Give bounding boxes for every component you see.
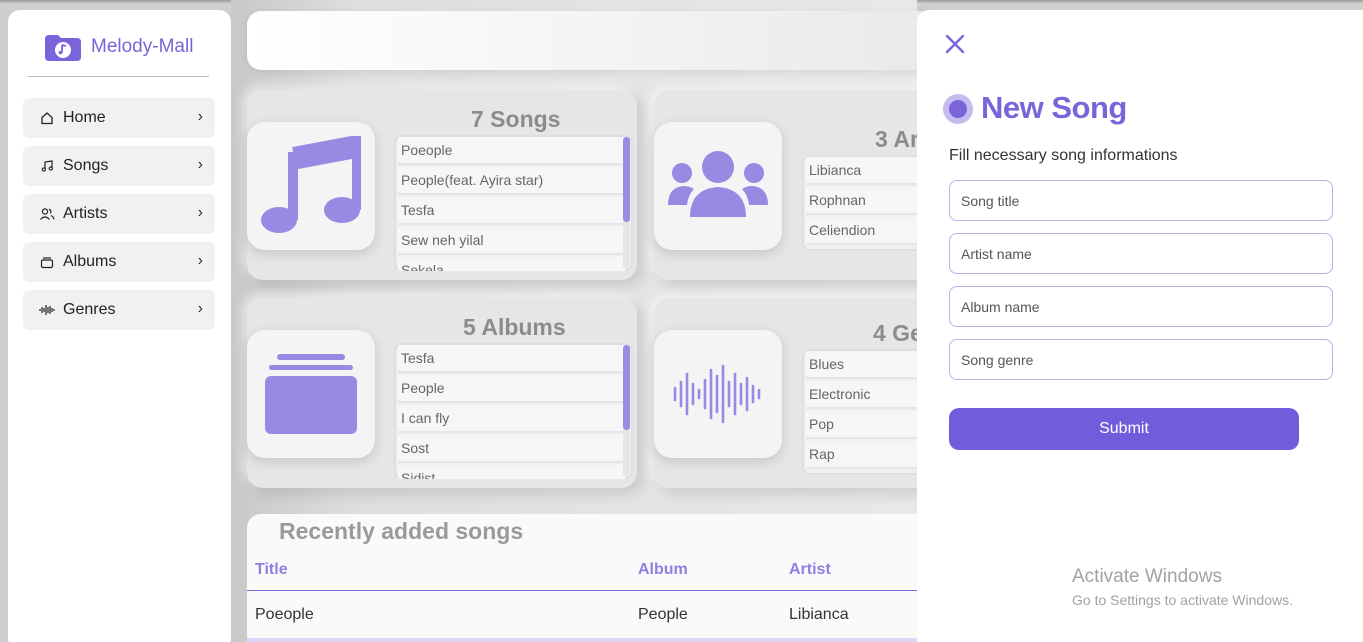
close-icon [945,34,965,54]
music-note-icon [39,158,55,174]
list-item[interactable]: I can fly [398,405,625,433]
albums-count-title: 5 Albums [463,314,566,340]
list-item[interactable]: People(feat. Ayira star) [398,167,625,195]
album-tile [247,330,375,458]
scrollbar[interactable] [623,137,630,269]
column-header-album[interactable]: Album [638,561,688,579]
nav-item-artists[interactable]: Artists › [23,194,215,234]
music-note-icon [261,136,361,233]
nav-item-albums[interactable]: Albums › [23,242,215,282]
artists-count-title: 3 Ar [875,126,919,152]
chevron-right-icon: › [197,204,203,221]
users-icon [39,206,55,222]
nav-label: Albums [63,253,117,270]
songs-list[interactable]: Poeople People(feat. Ayira star) Tesfa S… [394,135,633,271]
scrollbar[interactable] [623,345,630,477]
artist-name-input[interactable] [949,233,1333,274]
album-icon [265,354,357,434]
recent-songs-section: Recently added songs Title Album Artist … [247,514,917,642]
albums-list[interactable]: Tesfa People I can fly Sost Sidist [394,343,633,479]
artists-card: 3 Ar Libianca Rophnan Celiendion [654,90,962,280]
waveform-icon [673,364,761,424]
chevron-right-icon: › [197,252,203,269]
activate-windows-title: Activate Windows [1072,566,1222,587]
new-song-drawer: New Song Fill necessary song information… [917,10,1363,642]
brand-name: Melody-Mall [91,36,194,57]
column-header-title[interactable]: Title [255,561,288,579]
list-item[interactable]: Sekela [398,257,625,271]
drawer-title: New Song [981,90,1127,125]
status-dot-icon [943,94,973,124]
close-button[interactable] [943,32,967,56]
scrollbar-thumb[interactable] [623,345,630,430]
users-icon [668,151,768,217]
table-cell-album: People [638,606,688,623]
list-item[interactable]: Sew neh yilal [398,227,625,255]
nav-item-home[interactable]: Home › [23,98,215,138]
divider [28,76,209,77]
nav-label: Genres [63,301,116,318]
section-title: Recently added songs [279,518,524,544]
brand[interactable]: Melody-Mall [43,32,231,62]
drawer-subtitle: Fill necessary song informations [949,147,1178,164]
songs-card: 7 Songs Poeople People(feat. Ayira star)… [247,90,637,280]
albums-card: 5 Albums Tesfa People I can fly Sost Sid… [247,298,637,488]
genres-count-title: 4 Ge [873,320,923,346]
list-item[interactable]: People [398,375,625,403]
list-item[interactable]: Sidist [398,465,625,479]
list-item[interactable]: Poeople [398,137,625,165]
top-bar [247,11,937,70]
waveform-tile [654,330,782,458]
nav-item-genres[interactable]: Genres › [23,290,215,330]
users-tile [654,122,782,250]
songs-count-title: 7 Songs [471,106,561,132]
song-genre-input[interactable] [949,339,1333,380]
cloud-music-logo-icon [43,33,83,61]
list-item[interactable]: Sost [398,435,625,463]
album-name-input[interactable] [949,286,1333,327]
column-header-artist[interactable]: Artist [789,561,831,579]
nav-label: Songs [63,157,109,174]
music-note-tile [247,122,375,250]
submit-button[interactable]: Submit [949,408,1299,450]
list-item[interactable]: Tesfa [398,197,625,225]
table-header-divider [247,590,917,591]
table-cell-title: Poeople [255,606,314,623]
sidebar: Melody-Mall Home › Songs › Artists › Alb… [8,10,231,642]
album-icon [39,254,55,270]
chevron-right-icon: › [197,300,203,317]
chevron-right-icon: › [197,156,203,173]
table-row-divider [247,638,917,642]
main-nav: Home › Songs › Artists › Albums › Genres… [8,98,231,330]
genres-card: 4 Ge Blues Electronic Pop Rap [654,298,962,488]
chevron-right-icon: › [197,108,203,125]
nav-item-songs[interactable]: Songs › [23,146,215,186]
home-icon [39,110,55,126]
nav-label: Artists [63,205,108,222]
nav-label: Home [63,109,106,126]
waveform-icon [39,302,55,318]
song-title-input[interactable] [949,180,1333,221]
scrollbar-thumb[interactable] [623,137,630,222]
table-cell-artist: Libianca [789,606,849,623]
activate-windows-subtitle: Go to Settings to activate Windows. [1072,592,1293,608]
list-item[interactable]: Tesfa [398,345,625,373]
